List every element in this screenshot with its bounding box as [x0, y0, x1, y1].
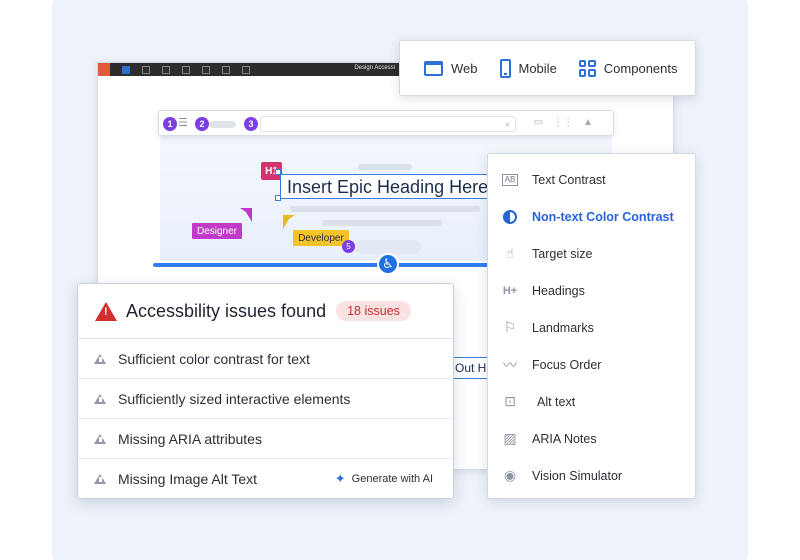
check-label: ARIA Notes	[532, 431, 597, 446]
issue-label: Sufficiently sized interactive elements	[118, 390, 351, 407]
issue-row[interactable]: Missing Image Alt Text ✦ Generate with A…	[78, 459, 453, 499]
flag-icon: ⚐	[503, 319, 517, 335]
check-alt-text[interactable]: ⊡ Alt text	[488, 383, 695, 420]
placeholder-pill	[209, 121, 236, 128]
issue-label: Missing Image Alt Text	[118, 471, 258, 487]
app-logo-icon	[98, 63, 110, 76]
platform-label: Mobile	[518, 60, 557, 76]
skeleton-line	[322, 220, 442, 226]
check-label: Alt text	[537, 394, 576, 409]
check-label: Non-text Color Contrast	[532, 209, 674, 224]
text-tool-icon[interactable]	[202, 65, 210, 74]
platform-selector: Web Mobile Components	[399, 40, 696, 96]
issue-label: Missing ARIA attributes	[118, 430, 262, 447]
warning-icon	[94, 393, 106, 404]
eye-icon: ◉	[503, 467, 517, 483]
check-target-size[interactable]: ☝ Target size	[488, 235, 695, 272]
platform-components[interactable]: Components	[578, 59, 678, 77]
warning-icon	[94, 353, 106, 364]
designer-cursor-icon	[240, 208, 252, 222]
aria-notes-icon: ▨	[503, 430, 517, 446]
skeleton-line	[290, 206, 480, 212]
accessibility-icon[interactable]: ♿	[377, 253, 399, 275]
color-contrast-icon	[503, 209, 517, 224]
focus-order-icon: 〰	[503, 356, 517, 373]
check-label: Headings	[532, 283, 585, 298]
developer-cursor-icon	[283, 215, 295, 229]
editor-title: Design Accessi	[354, 65, 395, 71]
frame-tool-icon[interactable]	[142, 65, 150, 74]
step-badge-3: 3	[244, 117, 258, 131]
check-headings[interactable]: H+ Headings	[488, 272, 695, 309]
issues-count-badge: 18 issues	[336, 301, 411, 321]
platform-mobile[interactable]: Mobile	[499, 58, 557, 78]
placeholder-pill	[355, 240, 421, 254]
check-text-contrast[interactable]: AB Text Contrast	[488, 161, 695, 198]
issues-title: Accessbility issues found	[126, 300, 327, 321]
pointer-hand-icon: ☝	[505, 245, 515, 261]
accessibility-checks-menu: AB Text Contrast Non-text Color Contrast…	[487, 153, 696, 499]
issue-row[interactable]: Sufficient color contrast for text	[78, 339, 453, 379]
developer-label: Developer	[293, 230, 349, 246]
issue-row[interactable]: Missing ARIA attributes	[78, 419, 453, 459]
image-alt-icon: ⊡	[504, 393, 516, 409]
step-badge-5: 5	[342, 240, 355, 253]
browser-icons: ▭ ⋮⋮ ▲	[534, 117, 593, 128]
video-icon: ▭	[533, 117, 544, 128]
check-non-text-contrast[interactable]: Non-text Color Contrast	[488, 198, 695, 235]
check-focus-order[interactable]: 〰 Focus Order	[488, 346, 695, 383]
check-landmarks[interactable]: ⚐ Landmarks	[488, 309, 695, 346]
components-grid-icon	[578, 59, 596, 77]
check-label: Landmarks	[532, 320, 594, 335]
menu-icon: ☰	[178, 117, 188, 129]
step-badge-1: 1	[163, 117, 177, 131]
hand-tool-icon[interactable]	[222, 65, 230, 74]
progress-line	[153, 263, 490, 267]
pen-tool-icon[interactable]	[182, 65, 190, 74]
platform-label: Components	[603, 60, 678, 76]
warning-icon	[94, 433, 106, 444]
warning-icon	[95, 301, 117, 321]
check-label: Vision Simulator	[532, 468, 623, 483]
step-badge-2: 2	[195, 117, 209, 131]
issues-header: Accessbility issues found 18 issues	[78, 284, 453, 339]
resize-handle[interactable]	[275, 195, 281, 201]
resize-handle[interactable]	[275, 169, 281, 175]
browser-mock-bar: 1 ☰ 2 3 ⌕ ▭ ⋮⋮ ▲	[158, 110, 614, 136]
issue-row[interactable]: Sufficiently sized interactive elements	[78, 379, 453, 419]
partial-heading: Out He	[452, 357, 492, 379]
skeleton-line	[358, 164, 412, 170]
issues-panel: Accessbility issues found 18 issues Suff…	[77, 283, 454, 499]
browser-window-icon	[424, 60, 443, 76]
search-icon: ⌕	[504, 119, 510, 129]
comment-tool-icon[interactable]	[242, 65, 250, 74]
platform-web[interactable]: Web	[424, 60, 478, 76]
mobile-phone-icon	[499, 58, 511, 78]
check-aria-notes[interactable]: ▨ ARIA Notes	[488, 420, 695, 457]
warning-icon	[94, 474, 106, 484]
platform-label: Web	[451, 60, 478, 76]
heading-icon: H+	[502, 284, 518, 297]
check-vision-simulator[interactable]: ◉ Vision Simulator	[488, 457, 695, 494]
generate-label: Generate with AI	[351, 473, 433, 485]
shape-tool-icon[interactable]	[162, 65, 170, 74]
check-label: Target size	[532, 246, 593, 261]
grid-icon: ⋮⋮	[553, 117, 574, 128]
generate-with-ai-button[interactable]: ✦ Generate with AI	[335, 471, 433, 487]
url-field[interactable]: ⌕	[260, 116, 516, 132]
check-label: Focus Order	[532, 357, 602, 372]
issue-label: Sufficient color contrast for text	[118, 350, 310, 367]
bell-icon: ▲	[583, 117, 593, 128]
designer-label: Designer	[192, 223, 242, 239]
text-contrast-icon: AB	[502, 173, 518, 186]
move-tool-icon[interactable]	[122, 65, 130, 74]
sparkle-icon: ✦	[334, 471, 346, 486]
selected-heading[interactable]: Insert Epic Heading Here	[280, 174, 490, 199]
check-label: Text Contrast	[532, 172, 606, 187]
